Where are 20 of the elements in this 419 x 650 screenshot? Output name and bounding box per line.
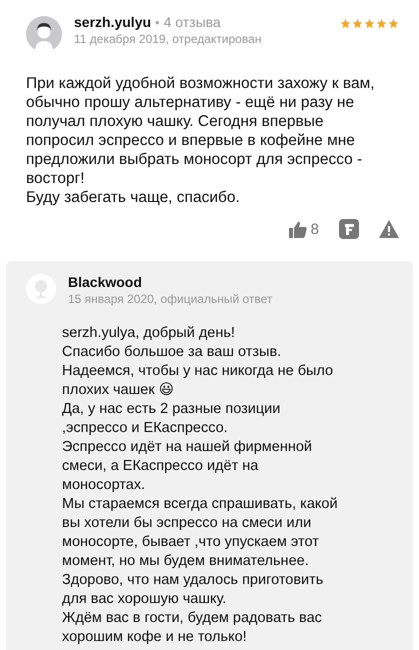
reply-text: Ждём вас в гости, будем радовать вас хорошим кофе и не только! (62, 609, 323, 647)
warning-icon[interactable] (379, 220, 399, 238)
reply-text: Мы стараемся всегда спрашивать, какой вы хотели бы эспрессо на смеси или моносорте, бывает ,что упускаем этот момент, но мы будем внимательнее. (62, 495, 339, 571)
author-name[interactable]: serzh.yulyu (74, 14, 152, 30)
reply-text: serzh.yulya, добрый день! (62, 324, 236, 343)
reviews-count: 4 отзыва (164, 14, 221, 30)
review-date: 11 декабря 2019, отредактирован (74, 32, 262, 46)
company-name[interactable]: Blackwood (68, 274, 393, 290)
reply-text: Здорово, что нам удалось приготовить для вас хорошую чашку. (62, 571, 324, 609)
avatar-icon (26, 16, 62, 52)
reply-date: 15 января 2020, официальный ответ (68, 292, 274, 306)
separator-dot: • (155, 15, 160, 30)
reply-text: Спасибо большое за ваш отзыв. (62, 343, 282, 362)
review-text: Буду забегать чаще, спасибо. (26, 188, 241, 207)
like-button[interactable]: 8 (288, 220, 319, 238)
flag-logo-icon[interactable] (339, 219, 359, 239)
reply-text: Эспрессо идёт на нашей фирменной смеси, а ЕКаспрессо идёт на моносортах. (62, 438, 314, 495)
review-text: При каждой удобной возможности захожу к вам, обычно прошу альтернативу - ещё ни разу не получал плохую чашку. Сегодня впервые попросил эспрессо и впервые в кофейне мне предложили выбрать моносорт для эспрессо - восторг! (26, 74, 376, 188)
reply-text: Надеемся, чтобы у нас никогда не было плохих чашек 😃 (62, 362, 334, 400)
reply-text: Да, у нас есть 2 разные позиции ,эспрессо и ЕКаспрессо. (62, 400, 282, 438)
